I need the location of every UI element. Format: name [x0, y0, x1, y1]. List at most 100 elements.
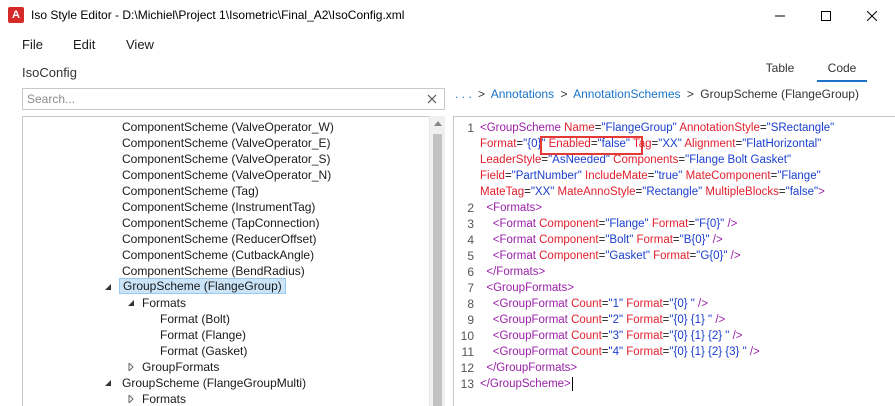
breadcrumb-annotationschemes[interactable]: AnnotationSchemes	[573, 87, 680, 101]
code-line: </Formats>	[480, 264, 545, 280]
code-token: Format	[653, 250, 690, 262]
tree-item[interactable]: ComponentScheme (ReducerOffset)	[23, 231, 428, 247]
line-number: 3	[467, 217, 474, 231]
code-token: "B{0}"	[679, 234, 710, 246]
search-input[interactable]	[27, 91, 417, 107]
code-token: "false"	[785, 186, 819, 198]
code-token: />	[715, 314, 726, 326]
code-line: <GroupFormats>	[480, 280, 574, 296]
line-number: 9	[467, 313, 474, 327]
tab-table[interactable]: Table	[760, 60, 800, 82]
code-token: "{0} {1} "	[669, 314, 713, 326]
tree-item[interactable]: Format (Gasket)	[23, 343, 428, 359]
tree-item[interactable]: ComponentScheme (ValveOperator_N)	[23, 167, 428, 183]
code-token: Format	[626, 298, 663, 310]
tab-code[interactable]: Code	[817, 60, 867, 82]
maximize-button[interactable]	[803, 0, 849, 31]
code-token: />	[730, 250, 741, 262]
code-token: />	[732, 330, 743, 342]
tree-item[interactable]: ComponentScheme (TapConnection)	[23, 215, 428, 231]
menu-edit[interactable]: Edit	[73, 37, 95, 52]
tree-item[interactable]: ComponentScheme (ValveOperator_W)	[23, 119, 428, 135]
line-number-gutter: 1 2 3 4 5 6 7 8 9 10 11 12 13	[454, 117, 474, 406]
scroll-up-arrow-icon[interactable]	[434, 121, 442, 126]
tree-item-label: Format (Flange)	[160, 328, 247, 342]
tree-item[interactable]: GroupScheme (FlangeGroupMulti)	[23, 375, 428, 391]
code-token: Count	[571, 346, 602, 358]
tree-item[interactable]: ComponentScheme (Tag)	[23, 183, 428, 199]
tree-item[interactable]: ComponentScheme (CutbackAngle)	[23, 247, 428, 263]
expanded-arrow-icon[interactable]	[104, 379, 112, 387]
tree-scrollbar[interactable]	[429, 116, 445, 406]
code-token: <Formats>	[486, 202, 542, 214]
expanded-arrow-icon[interactable]	[127, 299, 135, 307]
tree-item[interactable]: GroupScheme (FlangeGroup)	[23, 278, 428, 295]
line-number: 6	[467, 265, 474, 279]
code-token: "false"	[597, 138, 630, 150]
collapsed-arrow-icon[interactable]	[127, 395, 135, 403]
tree-item-label: GroupScheme (FlangeGroup)	[119, 278, 286, 294]
expanded-arrow-icon[interactable]	[104, 283, 112, 291]
close-button[interactable]	[849, 0, 895, 31]
code-token: Format	[480, 138, 517, 150]
code-token: "XX"	[530, 186, 555, 198]
code-token: </GroupFormats>	[486, 362, 578, 374]
line-number: 7	[467, 281, 474, 295]
code-token: "SRectangle"	[766, 122, 835, 134]
code-line: Field="PartNumber" IncludeMate="true" Ma…	[480, 168, 821, 184]
code-token: =	[688, 218, 695, 230]
code-token: </GroupScheme>	[480, 378, 571, 390]
code-token: "Flange"	[605, 218, 649, 230]
menu-view[interactable]: View	[126, 37, 154, 52]
collapsed-arrow-icon[interactable]	[127, 363, 135, 371]
clear-search-icon[interactable]	[424, 91, 440, 107]
code-token: <GroupFormat	[492, 298, 572, 310]
tree-item[interactable]: ComponentScheme (InstrumentTag)	[23, 199, 428, 215]
line-number: 13	[460, 377, 474, 391]
code-token: Field	[480, 170, 505, 182]
code-token: />	[712, 234, 723, 246]
menu-file[interactable]: File	[22, 37, 43, 52]
code-line: <GroupScheme Name = "FlangeGroup" Annotati…	[480, 120, 834, 136]
line-number: 10	[460, 329, 474, 343]
tree-item[interactable]: GroupFormats	[23, 359, 428, 375]
code-token: />	[698, 298, 708, 310]
tree-item-label: Formats	[142, 392, 187, 406]
code-token: "F{0}"	[694, 218, 725, 230]
minimize-button[interactable]	[757, 0, 803, 31]
breadcrumb-ellipsis[interactable]: . . .	[455, 87, 472, 101]
code-token: <GroupFormat	[492, 346, 572, 358]
code-token: <Format	[492, 234, 540, 246]
breadcrumb-annotations[interactable]: Annotations	[491, 87, 554, 101]
code-token: Format	[636, 234, 673, 246]
code-token: <GroupFormats>	[486, 282, 574, 294]
scroll-thumb[interactable]	[433, 134, 442, 406]
code-token: Format	[626, 346, 663, 358]
breadcrumb-current: GroupScheme (FlangeGroup)	[700, 87, 859, 101]
tree-item-label: ComponentScheme (InstrumentTag)	[122, 200, 316, 214]
tree-item-label: ComponentScheme (CutbackAngle)	[122, 248, 315, 262]
code-line: </GroupFormats>	[480, 360, 577, 376]
breadcrumb-separator: >	[478, 87, 486, 101]
code-token: "1"	[608, 298, 624, 310]
tree-item[interactable]: Formats	[23, 391, 428, 406]
tree-item[interactable]: Format (Flange)	[23, 327, 428, 343]
code-line: <GroupFormat Count="4" Format="{0} {1} {…	[480, 344, 760, 360]
tree-item[interactable]: ComponentScheme (ValveOperator_E)	[23, 135, 428, 151]
tree-item[interactable]: Format (Bolt)	[23, 311, 428, 327]
tree-item[interactable]: ComponentScheme (ValveOperator_S)	[23, 151, 428, 167]
tree-item[interactable]: ComponentScheme (BendRadius)	[23, 263, 428, 279]
tree-item-label: ComponentScheme (ValveOperator_E)	[122, 136, 331, 150]
code-token: "{0} {1} {2} "	[669, 330, 730, 342]
code-token: IncludeMate	[585, 170, 648, 182]
code-editor[interactable]: 1 2 3 4 5 6 7 8 9 10 11 12 13 <GroupScheme Name="Fla…	[453, 116, 895, 406]
code-token: <Format	[492, 250, 540, 262]
code-token: Name	[564, 122, 595, 134]
code-token: AnnotationStyle	[679, 122, 760, 134]
code-token: "FlangeGroup"	[601, 122, 677, 134]
tree-item[interactable]: Formats	[23, 295, 428, 311]
code-line: <Format Component="Flange" Format="F{0}"…	[480, 216, 738, 232]
code-token: =	[590, 138, 598, 150]
